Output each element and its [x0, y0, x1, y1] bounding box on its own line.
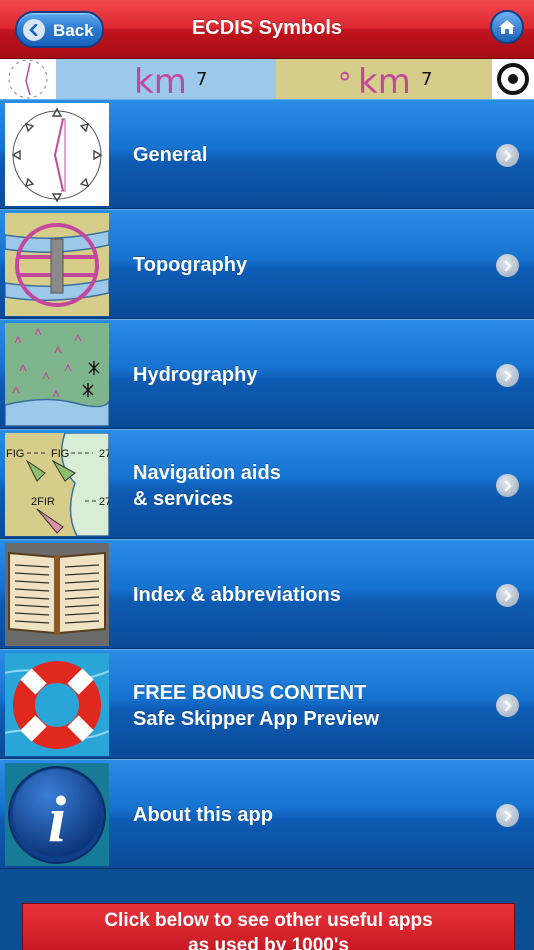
home-icon — [499, 20, 515, 34]
km-number: 7 — [196, 69, 208, 90]
row-label: Topography — [133, 252, 247, 278]
row-subtitle: Safe Skipper App Preview — [133, 708, 380, 730]
km-number-right: 7 — [421, 69, 433, 90]
row-label: FREE BONUS CONTENT Safe Skipper App Prev… — [133, 680, 379, 732]
km-label-right: km — [358, 62, 411, 102]
circle-prefix: ∘ — [336, 59, 354, 92]
list-item-general[interactable]: General — [0, 99, 534, 209]
chevron-right-icon — [496, 584, 519, 607]
nav-bar: Back ECDIS Symbols — [0, 0, 534, 59]
row-title: About this app — [133, 804, 273, 826]
list-item-topography[interactable]: Topography — [0, 209, 534, 319]
row-title: FREE BONUS CONTENT — [133, 682, 367, 704]
list-item-bonus-content[interactable]: FREE BONUS CONTENT Safe Skipper App Prev… — [0, 649, 534, 759]
bridge-symbol-icon — [5, 213, 109, 316]
fig-label-2: FIG — [51, 448, 69, 460]
row-label: Index & abbreviations — [133, 582, 341, 608]
depth-label-1: 27 — [99, 448, 109, 460]
home-button[interactable] — [490, 10, 524, 44]
row-label: About this app — [133, 802, 273, 828]
chevron-right-icon — [496, 694, 519, 717]
list-item-navigation-aids[interactable]: FIG FIG 27 2FIR 27 Navigation aids & ser… — [0, 429, 534, 539]
compass-mini-icon — [0, 59, 56, 99]
row-title: Navigation aids — [133, 462, 281, 484]
depth-label-2: 27 — [99, 496, 109, 508]
row-label: General — [133, 142, 207, 168]
info-icon: i — [5, 763, 109, 866]
chevron-right-icon — [496, 254, 519, 277]
compass-rose-icon — [5, 103, 109, 206]
lifebuoy-icon — [5, 653, 109, 756]
buoy-light-icon: FIG FIG 27 2FIR 27 — [5, 433, 109, 536]
promo-line-1: Click below to see other useful apps — [104, 910, 433, 931]
row-title: Index & abbreviations — [133, 584, 341, 606]
list-item-index[interactable]: Index & abbreviations — [0, 539, 534, 649]
row-title: Topography — [133, 254, 248, 276]
row-subtitle: & services — [133, 488, 234, 510]
page-title: ECDIS Symbols — [191, 17, 343, 39]
land-area-swatch: ∘ km 7 — [276, 59, 492, 102]
promo-banner[interactable]: Click below to see other useful apps as … — [22, 903, 515, 950]
marsh-chart-icon — [5, 323, 109, 426]
fir-label: 2FIR — [31, 496, 55, 508]
chevron-right-icon — [496, 364, 519, 387]
row-title: General — [133, 144, 208, 166]
open-book-icon — [5, 543, 109, 646]
info-letter: i — [48, 783, 67, 856]
chevron-right-icon — [496, 804, 519, 827]
depth-area-swatch: km 7 — [56, 59, 276, 102]
row-label: Hydrography — [133, 362, 257, 388]
target-icon — [492, 59, 534, 99]
km-label: km — [134, 62, 187, 102]
list-item-hydrography[interactable]: Hydrography — [0, 319, 534, 429]
list-item-about[interactable]: i About this app — [0, 759, 534, 869]
symbol-strip: km 7 ∘ km 7 — [0, 59, 534, 102]
chevron-right-icon — [496, 144, 519, 167]
row-label: Navigation aids & services — [133, 460, 281, 512]
fig-label-1: FIG — [6, 448, 24, 460]
row-title: Hydrography — [133, 364, 258, 386]
promo-line-2: as used by 1000's — [188, 935, 349, 950]
chevron-right-icon — [496, 474, 519, 497]
